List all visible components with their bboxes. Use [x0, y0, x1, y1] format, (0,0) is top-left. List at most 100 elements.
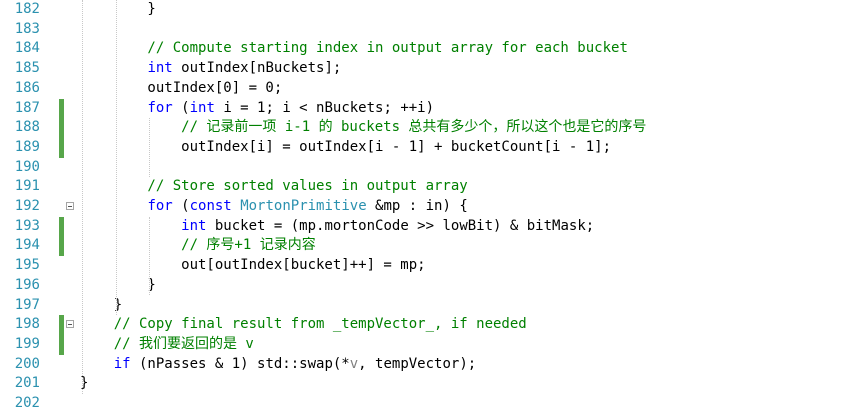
code-token: int — [189, 99, 215, 116]
code-text: } — [80, 276, 156, 296]
code-line[interactable]: 182 } — [0, 0, 844, 20]
code-token: , tempVector); — [358, 355, 477, 372]
code-line[interactable]: 197 } — [0, 296, 844, 316]
line-number: 186 — [14, 79, 40, 96]
line-number: 193 — [14, 217, 40, 234]
line-number: 183 — [14, 20, 40, 37]
code-text: } — [80, 0, 156, 20]
code-line[interactable]: 192 for (const MortonPrimitive &mp : in)… — [0, 197, 844, 217]
code-line[interactable]: 187 for (int i = 1; i < nBuckets; ++i) — [0, 98, 844, 119]
change-marker — [59, 137, 64, 158]
line-number: 191 — [14, 178, 40, 195]
code-text: int outIndex[nBuckets]; — [80, 59, 341, 79]
code-line[interactable]: 190 — [0, 158, 844, 178]
code-token: ( — [172, 198, 190, 214]
line-number: 201 — [14, 375, 40, 392]
code-token: int — [181, 217, 207, 234]
line-number: 187 — [14, 99, 40, 116]
collapse-icon[interactable] — [66, 320, 74, 329]
code-editor[interactable]: 182 } 183 184 // Compute starting index in… — [0, 0, 844, 412]
indent-guide — [149, 118, 151, 178]
change-marker — [59, 236, 64, 257]
line-number: 182 — [14, 1, 40, 17]
code-text: outIndex[i] = outIndex[i - 1] + bucketCo… — [80, 138, 611, 158]
code-token: // Store sorted values in output array — [80, 178, 468, 195]
line-number: 189 — [14, 138, 40, 155]
change-marker — [59, 118, 64, 138]
code-text: // Copy final result from _tempVector_, … — [80, 315, 527, 335]
line-number: 199 — [14, 335, 40, 352]
code-token: outIndex[nBuckets]; — [172, 60, 342, 77]
code-line[interactable]: 195 out[outIndex[bucket]++] = mp; — [0, 256, 844, 276]
code-token: for — [147, 198, 173, 214]
indent-guide — [149, 216, 151, 296]
line-number: 198 — [14, 316, 40, 333]
code-token: (nPasses & 1) std::swap(* — [130, 355, 350, 372]
line-number: 184 — [14, 40, 40, 57]
code-line[interactable]: 188 // 记录前一项 i-1 的 buckets 总共有多少个，所以这个也是… — [0, 118, 844, 138]
code-text: for (int i = 1; i < nBuckets; ++i) — [80, 99, 434, 119]
line-number: 188 — [14, 119, 40, 136]
code-text: out[outIndex[bucket]++] = mp; — [80, 256, 426, 276]
code-text: // Store sorted values in output array — [80, 177, 468, 197]
line-number: 195 — [14, 257, 40, 274]
code-line[interactable]: 189 outIndex[i] = outIndex[i - 1] + buck… — [0, 137, 844, 158]
code-text: // 我们要返回的是 v — [80, 335, 254, 355]
code-text: outIndex[0] = 0; — [80, 79, 282, 99]
line-number: 196 — [14, 276, 40, 293]
code-line[interactable]: 184 // Compute starting index in output … — [0, 39, 844, 59]
indent-guide — [82, 0, 83, 394]
code-line[interactable]: 200 if (nPasses & 1) std::swap(*v, tempV… — [0, 355, 844, 375]
code-token: out[outIndex[bucket]++] = mp; — [80, 257, 426, 274]
code-text: int bucket = (mp.mortonCode >> lowBit) &… — [80, 217, 594, 237]
line-number: 197 — [14, 296, 40, 313]
code-token: i = 1; i < nBuckets; ++i) — [214, 99, 435, 116]
code-token: // Copy final result from _tempVector_, … — [80, 316, 527, 333]
change-marker — [59, 334, 64, 355]
code-token: // 我们要返回的是 v — [80, 335, 254, 352]
code-line[interactable]: 196 } — [0, 276, 844, 296]
code-token: } — [80, 1, 156, 17]
line-number: 202 — [14, 395, 40, 411]
code-line[interactable]: 201} — [0, 374, 844, 394]
code-line[interactable]: 185 int outIndex[nBuckets]; — [0, 59, 844, 79]
line-number: 185 — [14, 60, 40, 77]
code-token: // 记录前一项 i-1 的 buckets 总共有多少个，所以这个也是它的序号 — [80, 119, 647, 136]
code-token: const — [189, 198, 232, 214]
change-marker — [59, 98, 64, 119]
code-line[interactable]: 199 // 我们要返回的是 v — [0, 334, 844, 355]
code-token: int — [147, 60, 173, 77]
code-line[interactable]: 194 // 序号+1 记录内容 — [0, 236, 844, 257]
code-token: bucket = (mp.mortonCode >> lowBit) & bit… — [206, 217, 595, 234]
code-line[interactable]: 191 // Store sorted values in output arr… — [0, 177, 844, 197]
code-line[interactable]: 186 outIndex[0] = 0; — [0, 79, 844, 99]
code-token: for — [147, 99, 173, 116]
code-token: if — [113, 355, 131, 372]
code-token: &mp : in) { — [366, 198, 468, 214]
code-text: if (nPasses & 1) std::swap(*v, tempVecto… — [80, 355, 476, 375]
code-text: for (const MortonPrimitive &mp : in) { — [80, 197, 468, 217]
collapse-icon[interactable] — [66, 202, 74, 210]
code-token: } — [80, 276, 156, 293]
code-token: v — [349, 355, 359, 372]
line-number: 192 — [14, 198, 40, 214]
code-text: // Compute starting index in output arra… — [80, 39, 628, 59]
indent-guide — [115, 0, 117, 316]
code-text: // 记录前一项 i-1 的 buckets 总共有多少个，所以这个也是它的序号 — [80, 118, 646, 138]
code-line[interactable]: 198 // Copy final result from _tempVecto… — [0, 315, 844, 335]
code-line[interactable]: 202 — [0, 394, 844, 414]
code-line[interactable]: 193 int bucket = (mp.mortonCode >> lowBi… — [0, 216, 844, 237]
code-line[interactable]: 183 — [0, 20, 844, 40]
line-number: 200 — [14, 355, 40, 372]
line-number: 190 — [14, 158, 40, 175]
code-token: MortonPrimitive — [240, 198, 367, 214]
line-number: 194 — [14, 237, 40, 254]
code-token: // Compute starting index in output arra… — [80, 40, 628, 57]
change-marker — [59, 315, 64, 335]
